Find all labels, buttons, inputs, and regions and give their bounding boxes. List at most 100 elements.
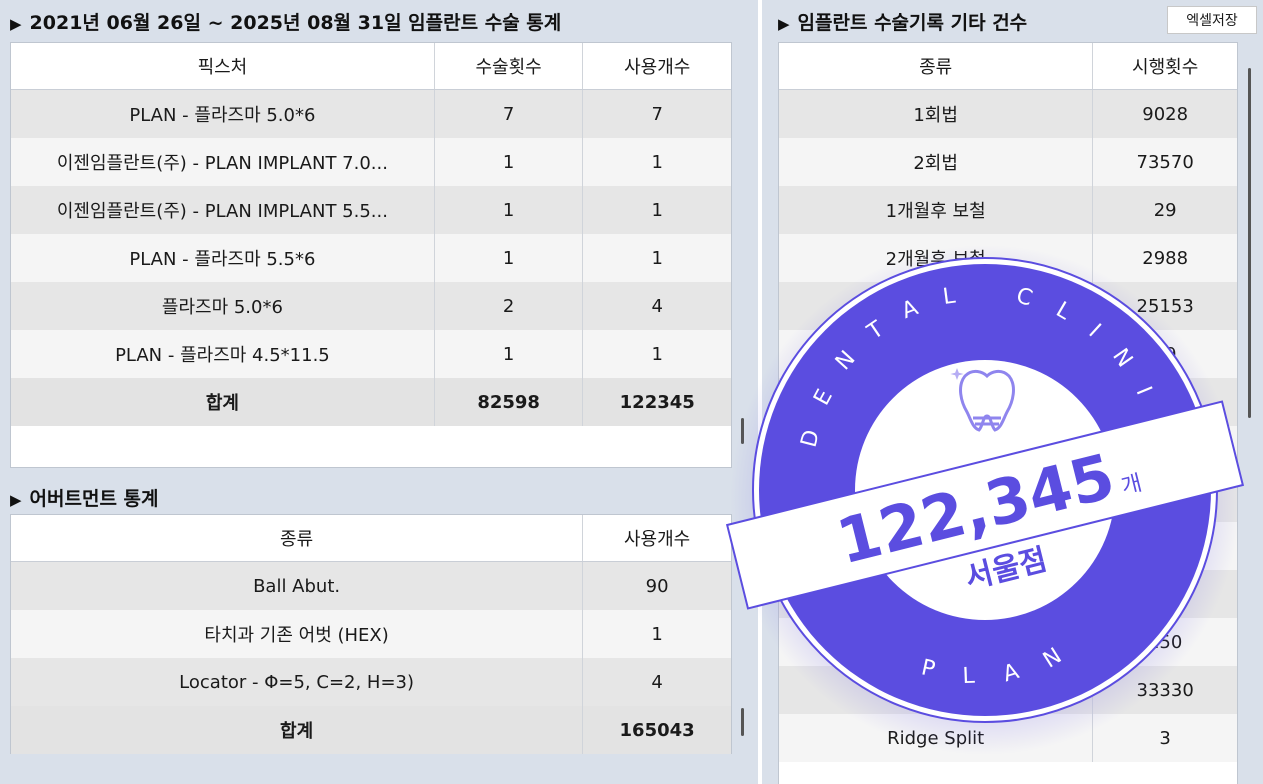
cell-fixture: PLAN - 플라즈마 4.5*11.5 <box>11 330 435 378</box>
table-row[interactable] <box>779 426 1237 474</box>
col-type[interactable]: 종류 <box>11 515 584 561</box>
cell-type <box>779 570 1094 618</box>
cell-type: 1회법 <box>779 90 1094 138</box>
table-row[interactable]: PLAN - 플라즈마 5.5*6 1 1 <box>11 234 731 282</box>
triangle-icon: ▶ <box>778 15 790 33</box>
table-row[interactable]: 이젠임플란트(주) - PLAN IMPLANT 7.0... 1 1 <box>11 138 731 186</box>
total-surgery-count: 82598 <box>435 378 584 426</box>
table-row[interactable] <box>779 378 1237 426</box>
cell-count <box>1093 570 1237 618</box>
cell-count: 73570 <box>1136 151 1194 173</box>
table-row[interactable]: 1회법 9028 <box>779 90 1237 138</box>
cell-usage-count: 1 <box>651 247 663 269</box>
cell-type: 타치과 기존 어벗 (HEX) <box>11 610 584 658</box>
cell-usage-count: 4 <box>651 671 663 693</box>
cell-count <box>1093 378 1237 426</box>
cell-usage-count: 1 <box>651 343 663 365</box>
table-row[interactable]: 2회법 73570 <box>779 138 1237 186</box>
table-row[interactable]: PLAN - 플라즈마 5.0*6 7 7 <box>11 90 731 138</box>
table-row[interactable]: 플라즈마 5.0*6 2 4 <box>11 282 731 330</box>
cell-count <box>1093 474 1237 522</box>
cell-type: 1개월후 보철 <box>779 186 1094 234</box>
cell-type <box>779 330 1094 378</box>
cell-surgery-count: 2 <box>435 282 584 330</box>
surgery-stats-title: ▶ 2021년 06월 26일 ~ 2025년 08월 31일 임플란트 수술 통… <box>10 12 562 34</box>
col-fixture[interactable]: 픽스처 <box>11 43 435 89</box>
cell-type <box>779 474 1094 522</box>
cell-count: 89 <box>1153 343 1177 365</box>
table-row[interactable]: 89 <box>779 330 1237 378</box>
col-surgery-count[interactable]: 수술횟수 <box>435 43 584 89</box>
table-total-row: 합계 82598 122345 <box>11 378 731 426</box>
cell-count: 2988 <box>1142 247 1189 269</box>
table-row[interactable]: Ridge Split 3 <box>779 714 1237 762</box>
cell-type <box>779 282 1094 330</box>
col-usage-count[interactable]: 사용개수 <box>583 43 731 89</box>
records-scrollbar[interactable] <box>1248 68 1251 418</box>
cell-fixture: PLAN - 플라즈마 5.5*6 <box>11 234 435 282</box>
cell-count: 9028 <box>1142 103 1189 125</box>
cell-count: 29 <box>1153 199 1177 221</box>
cell-surgery-count: 1 <box>435 186 584 234</box>
table-row[interactable] <box>779 570 1237 618</box>
table-row[interactable]: Locator - Φ=5, C=2, H=3) 4 <box>11 658 731 706</box>
cell-surgery-count: 1 <box>435 330 584 378</box>
cell-type <box>779 426 1094 474</box>
cell-surgery-count: 1 <box>435 138 584 186</box>
table-row[interactable]: 33330 <box>779 666 1237 714</box>
cell-count <box>1093 426 1237 474</box>
table-row[interactable]: 타치과 기존 어벗 (HEX) 1 <box>11 610 731 658</box>
triangle-icon: ▶ <box>10 491 22 509</box>
cell-fixture: PLAN - 플라즈마 5.0*6 <box>11 90 435 138</box>
cell-count: 33330 <box>1136 679 1194 701</box>
cell-type: 2회법 <box>779 138 1094 186</box>
cell-type <box>779 378 1094 426</box>
cell-usage-count: 1 <box>651 199 663 221</box>
abutment-stats-table: 종류 사용개수 Ball Abut. 90 타치과 기존 어벗 (HEX) 1 … <box>10 514 732 754</box>
table-row[interactable]: 1개월후 보철 29 <box>779 186 1237 234</box>
cell-count <box>1093 522 1237 570</box>
table-row[interactable] <box>779 522 1237 570</box>
cell-type <box>779 666 1094 714</box>
abutment-scrollbar[interactable] <box>741 708 744 736</box>
table-row[interactable]: PLAN - 플라즈마 4.5*11.5 1 1 <box>11 330 731 378</box>
cell-type: Ridge Split <box>779 714 1094 762</box>
records-table: 종류 시행횟수 1회법 9028 2회법 73570 1개월후 보철 29 2개월후 … <box>778 42 1238 784</box>
abutment-stats-title: ▶ 어버트먼트 통계 <box>10 488 159 510</box>
col-usage-count[interactable]: 사용개수 <box>583 515 731 561</box>
cell-type: Locator - Φ=5, C=2, H=3) <box>11 658 584 706</box>
cell-type <box>779 522 1094 570</box>
cell-type: Ball Abut. <box>11 562 584 610</box>
table-row[interactable] <box>779 474 1237 522</box>
total-label: 합계 <box>11 378 435 426</box>
total-label: 합계 <box>11 706 584 754</box>
table-row[interactable]: 이젠임플란트(주) - PLAN IMPLANT 5.5... 1 1 <box>11 186 731 234</box>
table-row[interactable]: Ball Abut. 90 <box>11 562 731 610</box>
table-row[interactable]: 250 <box>779 618 1237 666</box>
surgery-stats-table: 픽스처 수술횟수 사용개수 PLAN - 플라즈마 5.0*6 7 7 이젠임플… <box>10 42 732 468</box>
col-count[interactable]: 시행횟수 <box>1093 43 1237 89</box>
records-title: ▶ 임플란트 수술기록 기타 건수 <box>778 12 1028 34</box>
table-header: 픽스처 수술횟수 사용개수 <box>11 43 731 90</box>
table-row[interactable]: 2개월후 보철 2988 <box>779 234 1237 282</box>
cell-fixture: 플라즈마 5.0*6 <box>11 282 435 330</box>
cell-surgery-count: 7 <box>435 90 584 138</box>
table-row[interactable]: 25153 <box>779 282 1237 330</box>
cell-fixture: 이젠임플란트(주) - PLAN IMPLANT 5.5... <box>11 186 435 234</box>
col-type[interactable]: 종류 <box>779 43 1094 89</box>
cell-surgery-count: 1 <box>435 234 584 282</box>
cell-count: 250 <box>1147 631 1183 653</box>
cell-type <box>779 618 1094 666</box>
cell-count: 3 <box>1159 727 1171 749</box>
surgery-scrollbar[interactable] <box>741 418 744 444</box>
cell-usage-count: 1 <box>651 151 663 173</box>
cell-usage-count: 4 <box>651 295 663 317</box>
cell-usage-count: 90 <box>645 575 669 597</box>
total-usage-count: 122345 <box>619 391 695 413</box>
excel-save-button[interactable]: 엑셀저장 <box>1167 6 1257 34</box>
cell-count: 25153 <box>1136 295 1194 317</box>
cell-usage-count: 7 <box>651 103 663 125</box>
cell-fixture: 이젠임플란트(주) - PLAN IMPLANT 7.0... <box>11 138 435 186</box>
total-usage-count: 165043 <box>619 719 695 741</box>
triangle-icon: ▶ <box>10 15 22 33</box>
